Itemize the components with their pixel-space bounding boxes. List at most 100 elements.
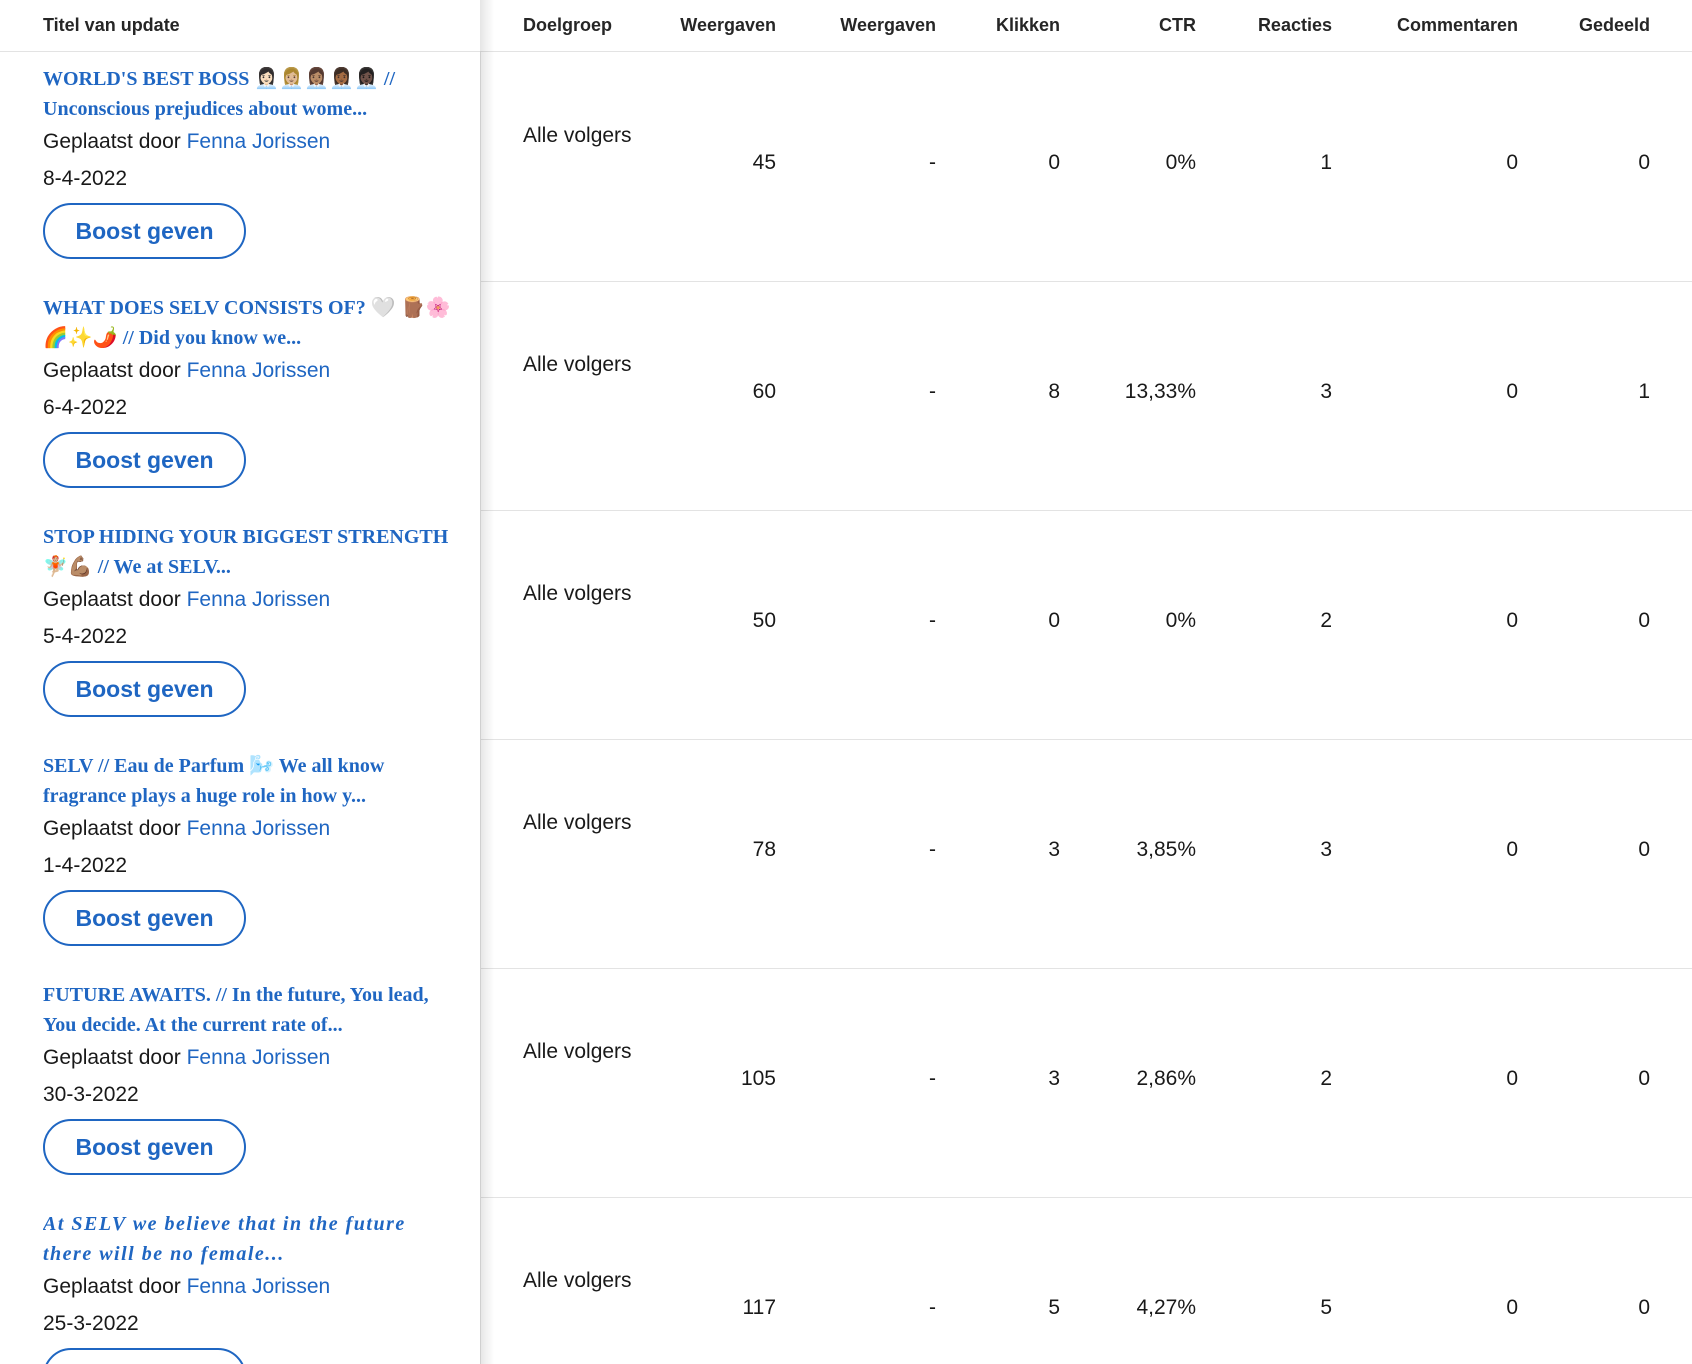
shares-cell: 0 xyxy=(1638,838,1650,861)
column-header-views[interactable]: Weergaven xyxy=(840,0,936,51)
column-header-impressions[interactable]: Weergaven xyxy=(680,0,776,51)
ctr-cell: 3,85% xyxy=(1136,838,1196,861)
reactions-cell: 1 xyxy=(1320,151,1332,174)
boost-button[interactable]: Boost geven xyxy=(43,890,246,946)
audience-cell: Alle volgers xyxy=(523,811,632,834)
ctr-cell: 13,33% xyxy=(1124,380,1196,403)
table-row: FUTURE AWAITS. // In the future, You lea… xyxy=(0,968,1692,1198)
column-header-audience[interactable]: Doelgroep xyxy=(523,0,612,51)
update-title-link[interactable]: SELV // Eau de Parfum 🌬️ We all know fra… xyxy=(43,751,453,811)
column-header-comments[interactable]: Commentaren xyxy=(1397,0,1518,51)
clicks-cell: 5 xyxy=(1048,1296,1060,1319)
posted-by: Geplaatst door Fenna Jorissen xyxy=(43,127,330,157)
clicks-cell: 3 xyxy=(1048,1067,1060,1090)
posted-by: Geplaatst door Fenna Jorissen xyxy=(43,585,330,615)
post-date: 5-4-2022 xyxy=(43,625,128,648)
shares-cell: 0 xyxy=(1638,609,1650,632)
clicks-cell: 0 xyxy=(1048,151,1060,174)
update-title-link[interactable]: At SELV we believe that in the future th… xyxy=(43,1209,453,1269)
shares-cell: 0 xyxy=(1638,1067,1650,1090)
reactions-cell: 2 xyxy=(1320,609,1332,632)
posted-by-label: Geplaatst door xyxy=(43,1046,181,1069)
shares-cell: 0 xyxy=(1638,1296,1650,1319)
posted-by-label: Geplaatst door xyxy=(43,817,181,840)
update-cell: WHAT DOES SELV CONSISTS OF? 🤍 🪵🌸🌈✨🌶️ // … xyxy=(0,281,481,510)
author-link[interactable]: Fenna Jorissen xyxy=(187,1275,331,1298)
views-cell: - xyxy=(929,1296,936,1319)
boost-button[interactable]: Boost geven xyxy=(43,1119,246,1175)
column-header-clicks[interactable]: Klikken xyxy=(996,0,1060,51)
impressions-cell: 105 xyxy=(740,1067,776,1090)
reactions-cell: 5 xyxy=(1320,1296,1332,1319)
post-date: 1-4-2022 xyxy=(43,854,128,877)
audience-cell: Alle volgers xyxy=(523,1269,632,1292)
boost-button[interactable]: Boost geven xyxy=(43,203,246,259)
views-cell: - xyxy=(929,151,936,174)
author-link[interactable]: Fenna Jorissen xyxy=(187,359,331,382)
column-header-title[interactable]: Titel van update xyxy=(43,0,180,51)
posted-by: Geplaatst door Fenna Jorissen xyxy=(43,1043,330,1073)
author-link[interactable]: Fenna Jorissen xyxy=(187,1046,331,1069)
comments-cell: 0 xyxy=(1506,1067,1518,1090)
views-cell: - xyxy=(929,609,936,632)
boost-button[interactable]: Boost geven xyxy=(43,1348,246,1364)
update-title-link[interactable]: WORLD'S BEST BOSS 👩🏻‍💼👩🏼‍💼👩🏽‍💼👩🏾‍💼👩🏿‍💼 /… xyxy=(43,64,453,124)
column-header-ctr[interactable]: CTR xyxy=(1159,0,1196,51)
comments-cell: 0 xyxy=(1506,380,1518,403)
table-row: SELV // Eau de Parfum 🌬️ We all know fra… xyxy=(0,739,1692,969)
posted-by-label: Geplaatst door xyxy=(43,588,181,611)
ctr-cell: 2,86% xyxy=(1136,1067,1196,1090)
views-cell: - xyxy=(929,380,936,403)
table-row: WORLD'S BEST BOSS 👩🏻‍💼👩🏼‍💼👩🏽‍💼👩🏾‍💼👩🏿‍💼 /… xyxy=(0,52,1692,282)
update-cell: WORLD'S BEST BOSS 👩🏻‍💼👩🏼‍💼👩🏽‍💼👩🏾‍💼👩🏿‍💼 /… xyxy=(0,52,481,281)
reactions-cell: 3 xyxy=(1320,838,1332,861)
update-title-link[interactable]: FUTURE AWAITS. // In the future, You lea… xyxy=(43,980,453,1040)
author-link[interactable]: Fenna Jorissen xyxy=(187,588,331,611)
posted-by-label: Geplaatst door xyxy=(43,359,181,382)
update-title-link[interactable]: WHAT DOES SELV CONSISTS OF? 🤍 🪵🌸🌈✨🌶️ // … xyxy=(43,293,453,353)
table-header: Titel van update Doelgroep Weergaven Wee… xyxy=(0,0,1692,52)
shares-cell: 0 xyxy=(1638,151,1650,174)
update-cell: STOP HIDING YOUR BIGGEST STRENGTH 🧚🏼💪🏽 /… xyxy=(0,510,481,739)
audience-cell: Alle volgers xyxy=(523,1040,632,1063)
ctr-cell: 0% xyxy=(1165,151,1196,174)
posted-by-label: Geplaatst door xyxy=(43,1275,181,1298)
reactions-cell: 3 xyxy=(1320,380,1332,403)
clicks-cell: 0 xyxy=(1048,609,1060,632)
impressions-cell: 78 xyxy=(752,838,776,861)
posted-by-label: Geplaatst door xyxy=(43,130,181,153)
posted-by: Geplaatst door Fenna Jorissen xyxy=(43,1272,330,1302)
table-row: At SELV we believe that in the future th… xyxy=(0,1197,1692,1364)
clicks-cell: 8 xyxy=(1048,380,1060,403)
views-cell: - xyxy=(929,838,936,861)
comments-cell: 0 xyxy=(1506,151,1518,174)
comments-cell: 0 xyxy=(1506,1296,1518,1319)
update-title-link[interactable]: STOP HIDING YOUR BIGGEST STRENGTH 🧚🏼💪🏽 /… xyxy=(43,522,453,582)
impressions-cell: 60 xyxy=(752,380,776,403)
audience-cell: Alle volgers xyxy=(523,353,632,376)
author-link[interactable]: Fenna Jorissen xyxy=(187,130,331,153)
update-cell: SELV // Eau de Parfum 🌬️ We all know fra… xyxy=(0,739,481,968)
update-cell: At SELV we believe that in the future th… xyxy=(0,1197,481,1364)
reactions-cell: 2 xyxy=(1320,1067,1332,1090)
clicks-cell: 3 xyxy=(1048,838,1060,861)
posted-by: Geplaatst door Fenna Jorissen xyxy=(43,356,330,386)
column-header-shares[interactable]: Gedeeld xyxy=(1579,0,1650,51)
post-date: 8-4-2022 xyxy=(43,167,128,190)
post-date: 30-3-2022 xyxy=(43,1083,139,1106)
table-row: WHAT DOES SELV CONSISTS OF? 🤍 🪵🌸🌈✨🌶️ // … xyxy=(0,281,1692,511)
boost-button[interactable]: Boost geven xyxy=(43,432,246,488)
ctr-cell: 4,27% xyxy=(1136,1296,1196,1319)
column-header-reactions[interactable]: Reacties xyxy=(1258,0,1332,51)
posted-by: Geplaatst door Fenna Jorissen xyxy=(43,814,330,844)
boost-button[interactable]: Boost geven xyxy=(43,661,246,717)
author-link[interactable]: Fenna Jorissen xyxy=(187,817,331,840)
impressions-cell: 117 xyxy=(742,1296,776,1319)
impressions-cell: 45 xyxy=(752,151,776,174)
ctr-cell: 0% xyxy=(1165,609,1196,632)
update-cell: FUTURE AWAITS. // In the future, You lea… xyxy=(0,968,481,1197)
updates-table: Titel van update Doelgroep Weergaven Wee… xyxy=(0,0,1692,1364)
views-cell: - xyxy=(929,1067,936,1090)
post-date: 6-4-2022 xyxy=(43,396,128,419)
audience-cell: Alle volgers xyxy=(523,124,632,147)
